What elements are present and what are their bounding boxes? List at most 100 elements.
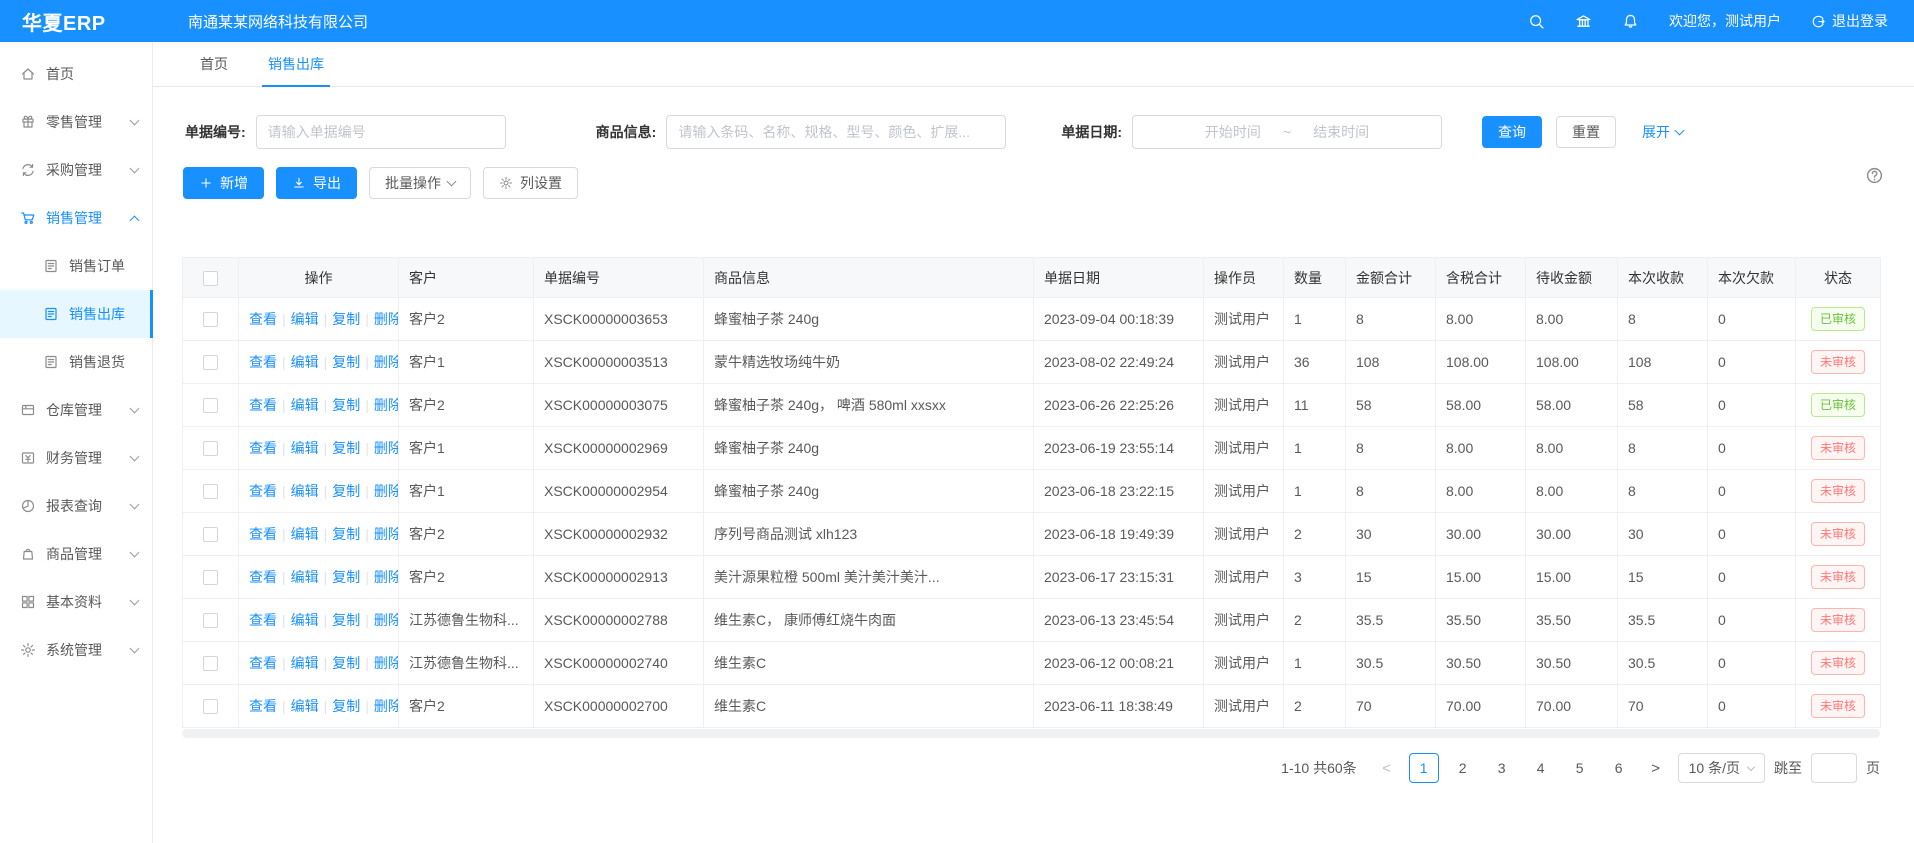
delete-link[interactable]: 删除	[374, 655, 399, 671]
view-link[interactable]: 查看	[249, 655, 277, 671]
delete-link[interactable]: 删除	[374, 698, 399, 714]
bell-icon[interactable]	[1622, 13, 1639, 30]
delete-link[interactable]: 删除	[374, 440, 399, 456]
bill-no-input[interactable]	[256, 115, 506, 149]
delete-link[interactable]: 删除	[374, 526, 399, 542]
customer-cell: 客户2	[399, 556, 534, 599]
copy-link[interactable]: 复制	[332, 397, 360, 413]
table-horizontal-scrollbar[interactable]	[182, 729, 1880, 738]
view-link[interactable]: 查看	[249, 397, 277, 413]
row-checkbox[interactable]	[203, 613, 218, 628]
reset-button[interactable]: 重置	[1556, 116, 1616, 148]
export-button[interactable]: 导出	[276, 167, 357, 199]
page-size-select[interactable]: 10 条/页	[1678, 753, 1765, 783]
prev-page-button[interactable]: <	[1374, 760, 1400, 777]
material-input[interactable]	[666, 115, 1006, 149]
view-link[interactable]: 查看	[249, 526, 277, 542]
next-page-button[interactable]: >	[1643, 760, 1669, 777]
sidebar-item[interactable]: 仓库管理	[0, 386, 152, 434]
copy-link[interactable]: 复制	[332, 354, 360, 370]
sidebar-item[interactable]: 采购管理	[0, 146, 152, 194]
view-link[interactable]: 查看	[249, 440, 277, 456]
sidebar-item[interactable]: 系统管理	[0, 626, 152, 674]
batch-actions-button[interactable]: 批量操作	[369, 167, 471, 199]
view-link[interactable]: 查看	[249, 483, 277, 499]
view-link[interactable]: 查看	[249, 698, 277, 714]
copy-link[interactable]: 复制	[332, 440, 360, 456]
tab-home[interactable]: 首页	[200, 42, 228, 86]
page-number-button[interactable]: 5	[1565, 753, 1595, 783]
delete-link[interactable]: 删除	[374, 397, 399, 413]
bill-no-cell: XSCK00000002969	[534, 427, 704, 470]
edit-link[interactable]: 编辑	[291, 569, 319, 585]
sidebar-item[interactable]: 首页	[0, 50, 152, 98]
view-link[interactable]: 查看	[249, 311, 277, 327]
edit-link[interactable]: 编辑	[291, 698, 319, 714]
edit-link[interactable]: 编辑	[291, 354, 319, 370]
tab-sales-outbound[interactable]: 销售出库	[268, 42, 324, 86]
search-icon[interactable]	[1528, 13, 1545, 30]
row-checkbox[interactable]	[203, 656, 218, 671]
expand-link[interactable]: 展开	[1642, 122, 1683, 142]
page-number-button[interactable]: 6	[1604, 753, 1634, 783]
sidebar-item[interactable]: 销售出库	[0, 290, 152, 338]
edit-link[interactable]: 编辑	[291, 655, 319, 671]
sidebar-item[interactable]: 财务管理	[0, 434, 152, 482]
copy-link[interactable]: 复制	[332, 698, 360, 714]
copy-link[interactable]: 复制	[332, 612, 360, 628]
edit-link[interactable]: 编辑	[291, 526, 319, 542]
page-number-button[interactable]: 4	[1526, 753, 1556, 783]
page-number-button[interactable]: 2	[1448, 753, 1478, 783]
delete-link[interactable]: 删除	[374, 569, 399, 585]
sidebar-item[interactable]: 销售退货	[0, 338, 152, 386]
copy-link[interactable]: 复制	[332, 569, 360, 585]
row-checkbox[interactable]	[203, 355, 218, 370]
delete-link[interactable]: 删除	[374, 612, 399, 628]
sidebar-item[interactable]: 商品管理	[0, 530, 152, 578]
page-jump-input[interactable]	[1811, 753, 1857, 783]
edit-link[interactable]: 编辑	[291, 440, 319, 456]
copy-link[interactable]: 复制	[332, 483, 360, 499]
warehouse-icon	[20, 402, 36, 418]
question-icon[interactable]	[1865, 166, 1884, 185]
page-number-button[interactable]: 1	[1409, 753, 1439, 783]
chevron-icon	[131, 552, 138, 556]
edit-link[interactable]: 编辑	[291, 311, 319, 327]
edit-link[interactable]: 编辑	[291, 483, 319, 499]
column-settings-button[interactable]: 列设置	[483, 167, 578, 199]
view-link[interactable]: 查看	[249, 569, 277, 585]
status-badge: 未审核	[1811, 436, 1865, 460]
row-checkbox[interactable]	[203, 398, 218, 413]
select-all-checkbox[interactable]	[203, 271, 218, 286]
date-range-picker[interactable]: 开始时间 ~ 结束时间	[1132, 115, 1442, 149]
edit-link[interactable]: 编辑	[291, 612, 319, 628]
row-checkbox[interactable]	[203, 570, 218, 585]
operator-cell: 测试用户	[1204, 384, 1284, 427]
sidebar-item[interactable]: 销售管理	[0, 194, 152, 242]
search-button[interactable]: 查询	[1482, 116, 1542, 148]
copy-link[interactable]: 复制	[332, 311, 360, 327]
row-checkbox[interactable]	[203, 441, 218, 456]
row-checkbox[interactable]	[203, 484, 218, 499]
sidebar-item[interactable]: 报表查询	[0, 482, 152, 530]
sidebar-item[interactable]: 基本资料	[0, 578, 152, 626]
delete-link[interactable]: 删除	[374, 483, 399, 499]
page-number-button[interactable]: 3	[1487, 753, 1517, 783]
delete-link[interactable]: 删除	[374, 311, 399, 327]
logout-button[interactable]: 退出登录	[1811, 11, 1888, 31]
sidebar-item[interactable]: 销售订单	[0, 242, 152, 290]
sidebar-item[interactable]: 零售管理	[0, 98, 152, 146]
customer-cell: 客户1	[399, 341, 534, 384]
row-checkbox[interactable]	[203, 527, 218, 542]
row-checkbox[interactable]	[203, 312, 218, 327]
view-link[interactable]: 查看	[249, 612, 277, 628]
bank-icon[interactable]	[1575, 13, 1592, 30]
row-checkbox[interactable]	[203, 699, 218, 714]
view-link[interactable]: 查看	[249, 354, 277, 370]
copy-link[interactable]: 复制	[332, 655, 360, 671]
edit-link[interactable]: 编辑	[291, 397, 319, 413]
copy-link[interactable]: 复制	[332, 526, 360, 542]
date-cell: 2023-06-12 00:08:21	[1034, 642, 1204, 685]
delete-link[interactable]: 删除	[374, 354, 399, 370]
add-button[interactable]: 新增	[183, 167, 264, 199]
